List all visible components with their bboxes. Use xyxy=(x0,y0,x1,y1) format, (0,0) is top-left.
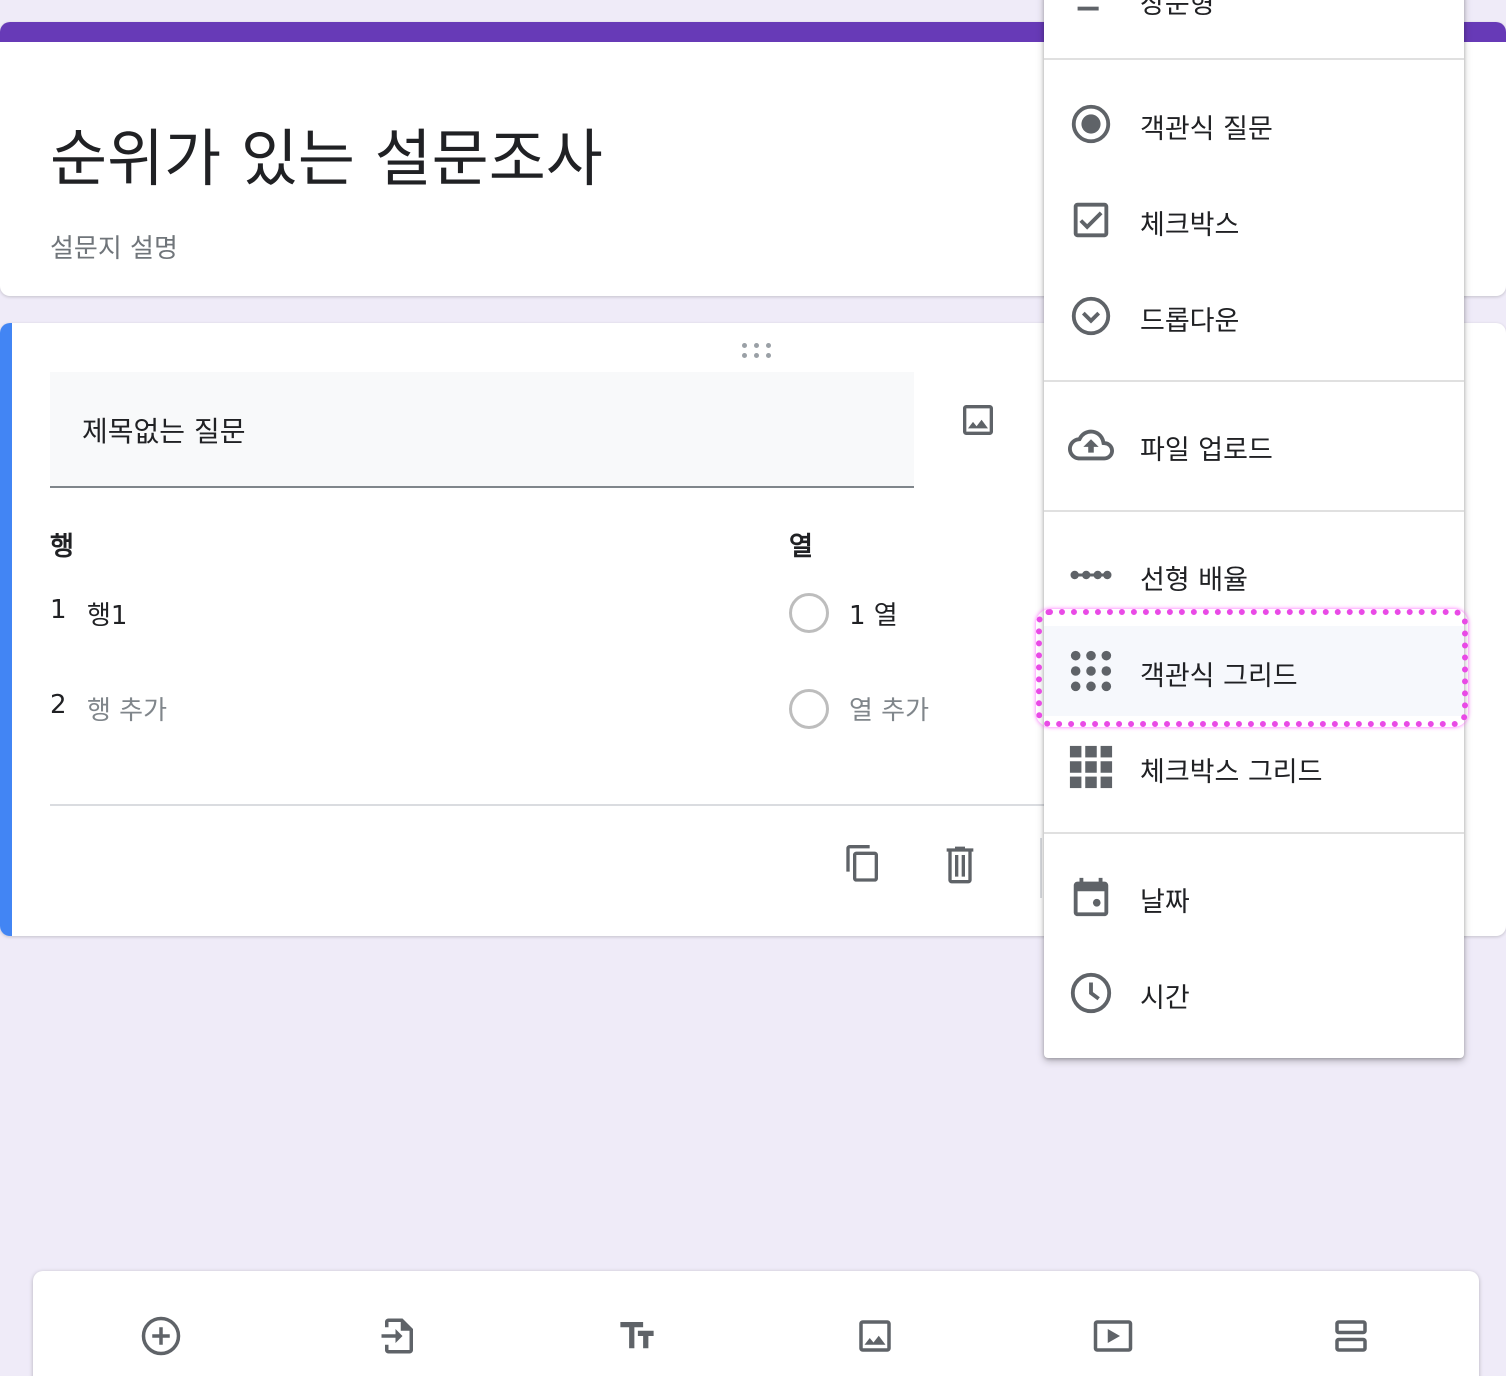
menu-item-checkbox-grid[interactable]: 체크박스 그리드 xyxy=(1044,722,1464,812)
add-column-button[interactable]: 열 추가 xyxy=(849,690,929,727)
menu-item-linear-scale[interactable]: 선형 배율 xyxy=(1044,530,1464,620)
column-radio-icon xyxy=(789,593,829,633)
cloud-upload-icon xyxy=(1068,422,1114,468)
row-1-input[interactable]: 행1 xyxy=(87,595,127,632)
delete-icon[interactable] xyxy=(940,843,980,887)
column-1-input[interactable]: 1 열 xyxy=(849,595,898,632)
column-radio-icon xyxy=(789,689,829,729)
add-row-button[interactable]: 행 추가 xyxy=(87,690,167,727)
menu-item-label: 날짜 xyxy=(1140,887,1190,918)
menu-item-label: 파일 업로드 xyxy=(1140,435,1273,466)
rows-label: 행 xyxy=(50,532,74,562)
add-title-icon[interactable] xyxy=(616,1315,658,1357)
menu-item-label: 드롭다운 xyxy=(1140,306,1240,337)
square-grid-icon xyxy=(1068,744,1114,790)
menu-item-checkbox[interactable]: 체크박스 xyxy=(1044,175,1464,265)
menu-item-label: 선형 배율 xyxy=(1140,565,1248,596)
clock-icon xyxy=(1068,970,1114,1016)
menu-divider xyxy=(1044,58,1464,60)
menu-item-label: 객관식 질문 xyxy=(1140,114,1273,145)
menu-item-label: 시간 xyxy=(1140,983,1190,1014)
menu-item-paragraph[interactable]: 장문형 xyxy=(1044,0,1464,44)
add-image-icon[interactable] xyxy=(854,1315,896,1357)
add-video-icon[interactable] xyxy=(1092,1315,1134,1357)
radio-button-icon xyxy=(1068,101,1114,147)
paragraph-icon xyxy=(1068,0,1114,22)
menu-item-label: 장문형 xyxy=(1140,0,1215,20)
menu-item-time[interactable]: 시간 xyxy=(1044,948,1464,1038)
menu-item-dropdown[interactable]: 드롭다운 xyxy=(1044,271,1464,361)
bottom-toolbar xyxy=(33,1271,1479,1376)
footer-divider xyxy=(50,804,1050,806)
highlight-annotation xyxy=(1036,609,1468,727)
dropdown-icon xyxy=(1068,293,1114,339)
columns-label: 열 xyxy=(789,532,813,562)
linear-scale-icon xyxy=(1068,552,1114,598)
menu-item-label: 체크박스 그리드 xyxy=(1140,757,1323,788)
import-questions-icon[interactable] xyxy=(378,1315,420,1357)
menu-divider xyxy=(1044,510,1464,512)
row-index: 2 xyxy=(50,690,67,720)
question-title-input[interactable]: 제목없는 질문 xyxy=(50,372,914,488)
drag-handle-icon[interactable] xyxy=(740,340,774,360)
add-section-icon[interactable] xyxy=(1330,1315,1372,1357)
row-index: 1 xyxy=(50,595,67,625)
form-description-field[interactable]: 설문지 설명 xyxy=(50,228,178,265)
menu-divider xyxy=(1044,380,1464,382)
add-question-icon[interactable] xyxy=(140,1315,182,1357)
form-title[interactable]: 순위가 있는 설문조사 xyxy=(50,108,603,198)
menu-item-label: 체크박스 xyxy=(1140,210,1240,241)
checkbox-icon xyxy=(1068,197,1114,243)
question-accent-bar xyxy=(0,323,12,936)
copy-icon[interactable] xyxy=(843,843,883,887)
add-image-icon[interactable] xyxy=(958,400,998,440)
menu-divider xyxy=(1044,832,1464,834)
calendar-icon xyxy=(1068,874,1114,920)
menu-item-date[interactable]: 날짜 xyxy=(1044,852,1464,942)
menu-item-file-upload[interactable]: 파일 업로드 xyxy=(1044,400,1464,490)
menu-item-multiple-choice[interactable]: 객관식 질문 xyxy=(1044,79,1464,169)
question-type-menu[interactable]: 장문형 객관식 질문 체크박스 드롭다운 파일 업로드 선형 배율 객관식 그리… xyxy=(1044,0,1464,1058)
footer-separator xyxy=(1040,838,1042,898)
